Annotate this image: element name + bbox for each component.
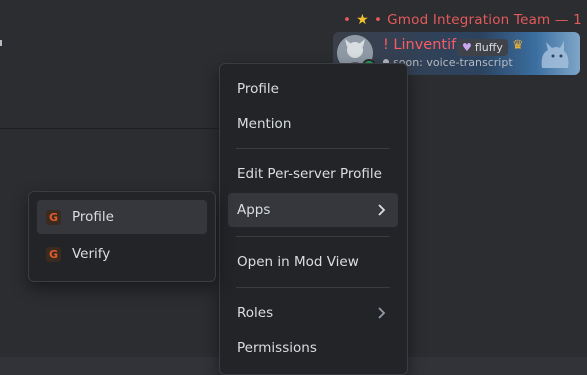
pane-edge-mark bbox=[0, 40, 2, 46]
menu-separator bbox=[236, 148, 390, 149]
submenu-item-verify[interactable]: G Verify bbox=[37, 237, 207, 271]
crown-icon: ♛ bbox=[512, 38, 524, 53]
user-context-menu: Profile Mention Edit Per-server Profile … bbox=[219, 63, 408, 375]
menu-item-apps[interactable]: Apps bbox=[228, 193, 398, 227]
chevron-right-icon bbox=[378, 307, 386, 319]
menu-item-edit-per-server-profile[interactable]: Edit Per-server Profile bbox=[228, 157, 398, 191]
role-header: • ★ • Gmod Integration Team — 1 bbox=[343, 10, 582, 30]
menu-item-label: Roles bbox=[237, 305, 274, 321]
role-header-bullet: • bbox=[343, 12, 352, 28]
member-name[interactable]: ! Linventif bbox=[383, 37, 456, 53]
gmod-app-icon: G bbox=[46, 209, 61, 225]
submenu-item-label: Verify bbox=[72, 246, 111, 262]
menu-item-open-in-mod-view[interactable]: Open in Mod View bbox=[228, 245, 398, 279]
star-icon: ★ bbox=[356, 12, 369, 28]
menu-item-label: Edit Per-server Profile bbox=[237, 166, 382, 182]
member-activity-text: soon: voice-transcript bbox=[393, 56, 513, 69]
apps-submenu: G Profile G Verify bbox=[28, 191, 216, 282]
menu-separator bbox=[236, 287, 390, 288]
chevron-right-icon bbox=[378, 204, 386, 216]
menu-item-label: Mention bbox=[237, 116, 292, 132]
menu-item-label: Open in Mod View bbox=[237, 254, 359, 270]
role-header-separator: • bbox=[373, 12, 383, 28]
menu-item-mention[interactable]: Mention bbox=[228, 107, 398, 141]
heart-icon: ♥ bbox=[462, 41, 472, 54]
menu-item-label: Profile bbox=[237, 81, 279, 97]
menu-item-profile[interactable]: Profile bbox=[228, 72, 398, 106]
submenu-item-label: Profile bbox=[72, 209, 114, 225]
submenu-item-profile[interactable]: G Profile bbox=[37, 200, 207, 234]
server-tag-badge[interactable]: ♥ fluffy bbox=[457, 39, 508, 56]
menu-item-label: Permissions bbox=[237, 340, 317, 356]
menu-separator bbox=[236, 236, 390, 237]
menu-item-label: Apps bbox=[237, 202, 271, 218]
gmod-app-icon: G bbox=[46, 246, 61, 262]
server-tag-label: fluffy bbox=[474, 41, 503, 54]
role-header-title: Gmod Integration Team — 1 bbox=[387, 12, 582, 28]
profile-decoration-image bbox=[541, 41, 569, 68]
menu-item-roles[interactable]: Roles bbox=[228, 296, 398, 330]
menu-item-permissions[interactable]: Permissions bbox=[228, 331, 398, 365]
